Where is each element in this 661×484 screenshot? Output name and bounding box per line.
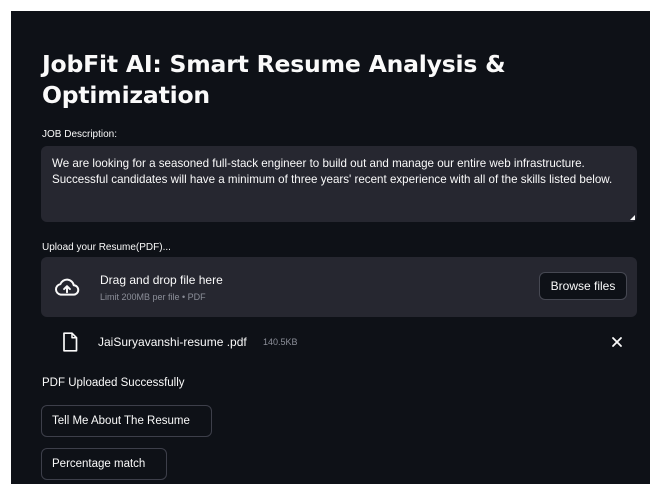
app-main: JobFit AI: Smart Resume Analysis & Optim… (11, 11, 650, 484)
resize-handle-icon[interactable] (630, 215, 635, 220)
job-description-textarea[interactable]: We are looking for a seasoned full-stack… (41, 146, 637, 222)
browse-files-button[interactable]: Browse files (539, 272, 627, 300)
tell-me-about-resume-button[interactable]: Tell Me About The Resume (41, 405, 212, 437)
file-icon (63, 332, 78, 352)
upload-resume-label: Upload your Resume(PDF)... (42, 242, 171, 253)
uploaded-file-name: JaiSuryavanshi-resume .pdf (98, 335, 247, 349)
dropzone-title: Drag and drop file here (100, 273, 223, 287)
cloud-upload-icon (55, 278, 80, 296)
job-description-text: We are looking for a seasoned full-stack… (52, 157, 613, 186)
uploaded-file-size: 140.5KB (263, 337, 298, 347)
file-dropzone[interactable]: Drag and drop file here Limit 200MB per … (41, 257, 637, 317)
page-title: JobFit AI: Smart Resume Analysis & Optim… (42, 50, 506, 109)
percentage-match-button[interactable]: Percentage match (41, 448, 167, 480)
uploaded-file-item: JaiSuryavanshi-resume .pdf 140.5KB (41, 329, 637, 355)
upload-status-message: PDF Uploaded Successfully (42, 377, 185, 389)
dropzone-limit-text: Limit 200MB per file • PDF (100, 292, 206, 302)
close-icon[interactable] (610, 335, 624, 349)
job-description-label: JOB Description: (42, 129, 118, 140)
